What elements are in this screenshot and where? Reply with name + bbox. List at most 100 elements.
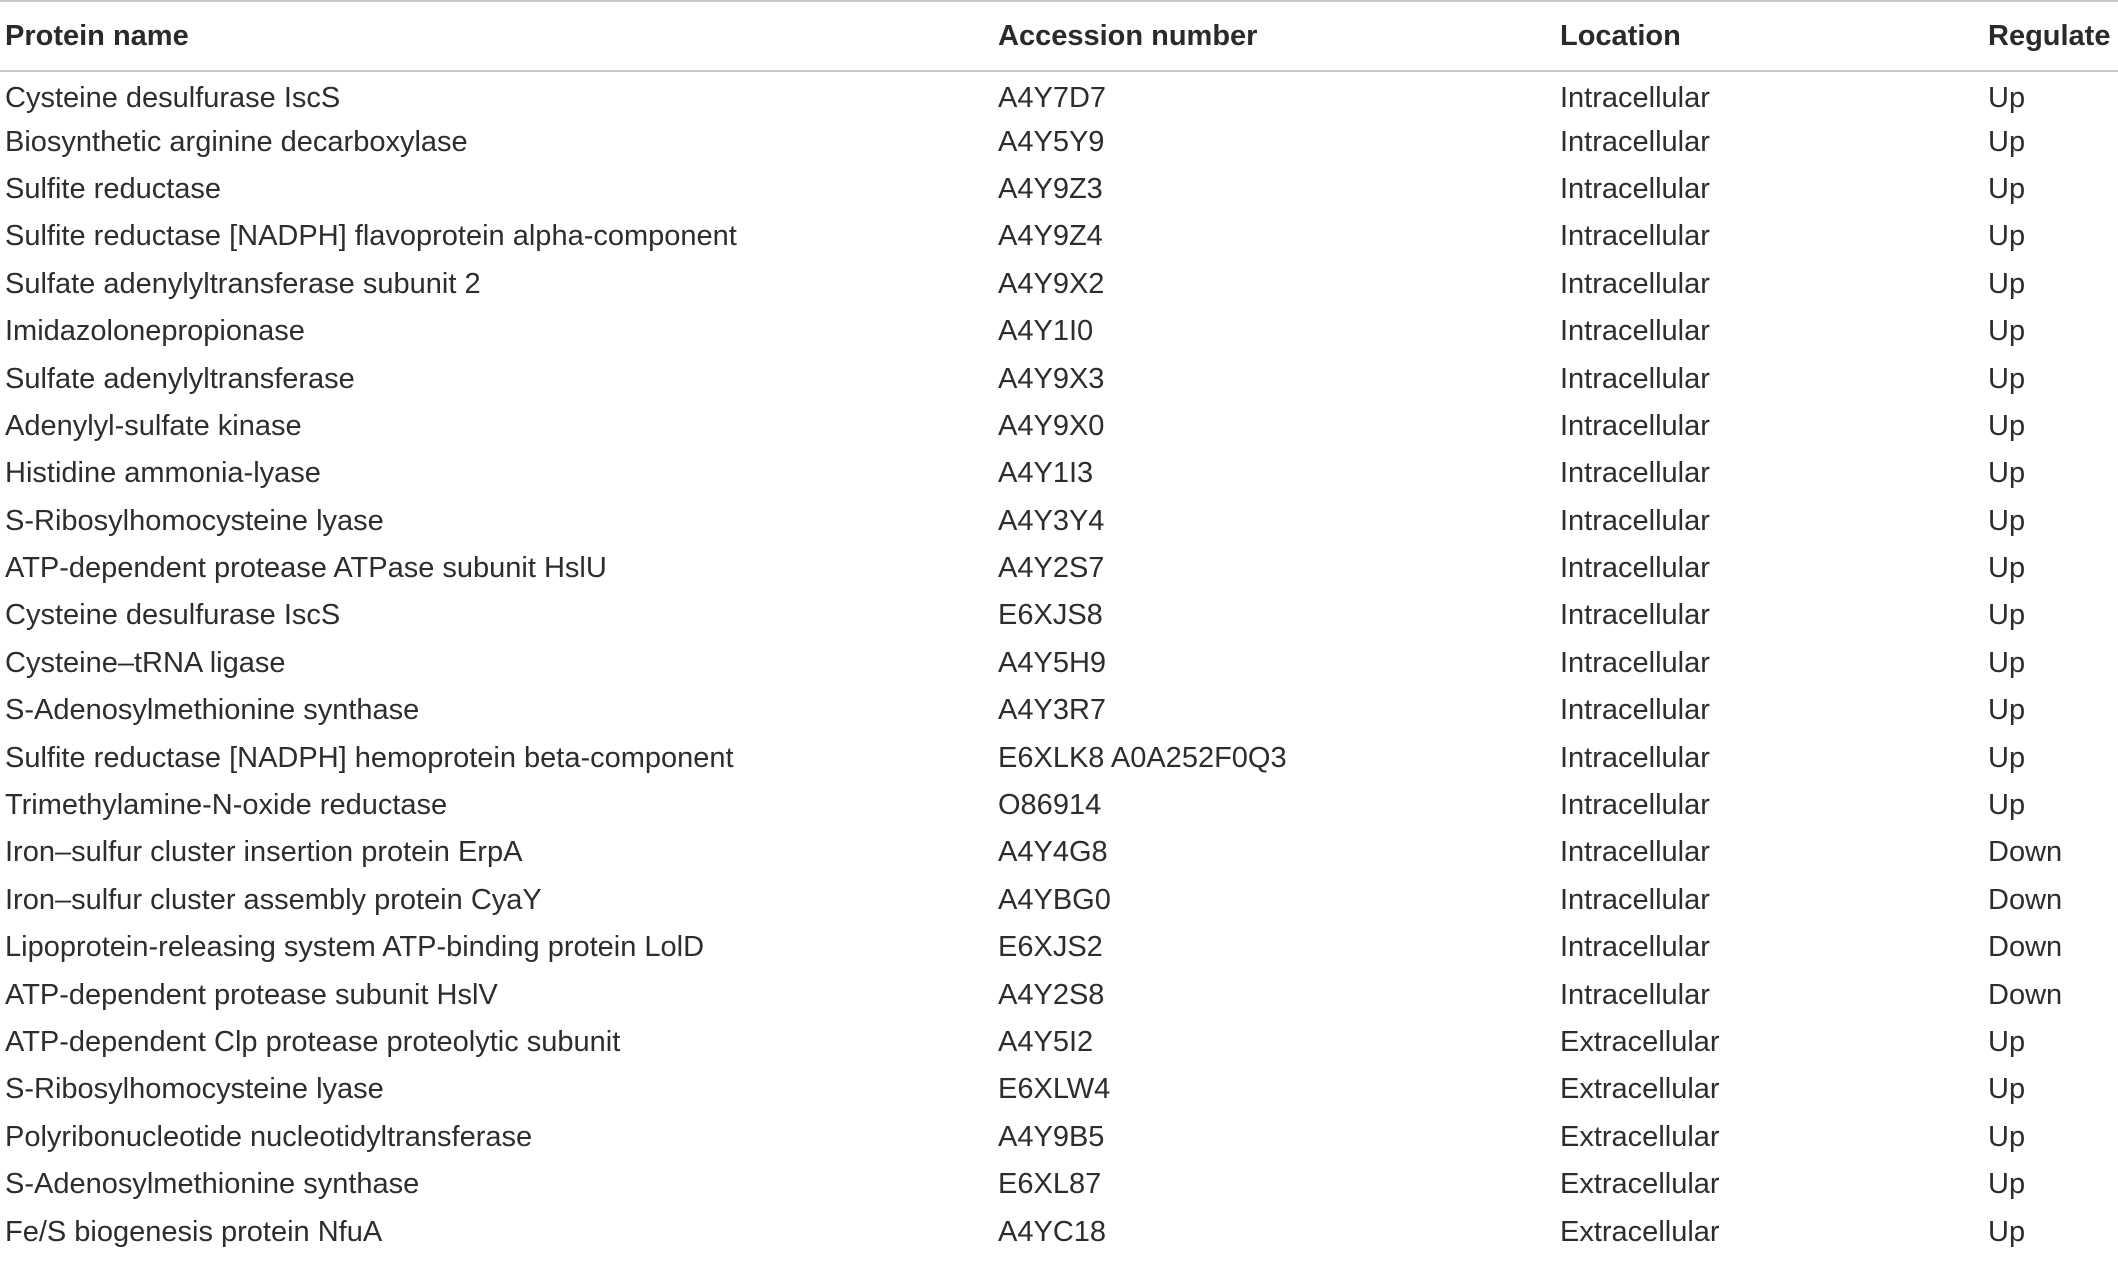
location-cell: Intracellular xyxy=(1560,646,1710,679)
protein-name-cell: Cysteine–tRNA ligase xyxy=(5,646,286,679)
protein-name-cell: S-Adenosylmethionine synthase xyxy=(5,1168,420,1201)
accession-number-cell: A4Y2S7 xyxy=(998,552,1105,585)
protein-name-cell: S-Adenosylmethionine synthase xyxy=(5,694,420,727)
table-row: Sulfite reductase [NADPH] hemoprotein be… xyxy=(0,734,2118,781)
regulate-cell: Up xyxy=(1988,172,2026,205)
accession-number-cell: A4Y1I0 xyxy=(998,315,1094,348)
table-row: Adenylyl-sulfate kinase A4Y9X0 Intracellul… xyxy=(0,403,2118,450)
table-row: Fe/S biogenesis protein NfuA A4YC18 Extrac… xyxy=(0,1208,2118,1255)
regulate-cell: Up xyxy=(1988,457,2026,490)
location-cell: Extracellular xyxy=(1560,1168,1720,1201)
regulate-cell: Up xyxy=(1988,1120,2026,1153)
table-row: ATP-dependent Clp protease proteolytic s… xyxy=(0,1019,2118,1066)
table-row: S-Ribosylhomocysteine lyase E6XLW4 Extrace… xyxy=(0,1066,2118,1113)
header-row: Protein name Accession number Location R… xyxy=(0,0,2118,72)
accession-number-cell: A4Y9X3 xyxy=(998,362,1105,395)
accession-number-cell: E6XL87 xyxy=(998,1168,1102,1201)
regulate-cell: Up xyxy=(1988,789,2026,822)
header-location: Location xyxy=(1555,0,1983,72)
table-row: Cysteine desulfurase IscS E6XJS8 Intracell… xyxy=(0,592,2118,639)
accession-number-cell: E6XLW4 xyxy=(998,1073,1111,1106)
table-row: Biosynthetic arginine decarboxylase A4Y5Y… xyxy=(0,118,2118,165)
regulate-cell: Up xyxy=(1988,599,2026,632)
location-cell: Intracellular xyxy=(1560,315,1710,348)
accession-number-cell: A4Y9X0 xyxy=(998,409,1105,442)
table-row: Iron–sulfur cluster assembly protein Cya… xyxy=(0,877,2118,924)
header-accession-number: Accession number xyxy=(993,0,1555,72)
accession-number-cell: A4Y5H9 xyxy=(998,646,1107,679)
accession-number-cell: O86914 xyxy=(998,789,1102,822)
protein-name-cell: Histidine ammonia-lyase xyxy=(5,457,321,490)
location-cell: Intracellular xyxy=(1560,362,1710,395)
protein-table: Protein name Accession number Location R… xyxy=(0,0,2118,1256)
regulate-cell: Down xyxy=(1988,931,2063,964)
accession-number-cell: A4Y9Z4 xyxy=(998,220,1103,253)
location-cell: Intracellular xyxy=(1560,552,1710,585)
location-cell: Intracellular xyxy=(1560,220,1710,253)
regulate-cell: Up xyxy=(1988,1168,2026,1201)
table-row: S-Ribosylhomocysteine lyase A4Y3Y4 Intrace… xyxy=(0,498,2118,545)
protein-name-cell: ATP-dependent protease ATPase subunit Hs… xyxy=(5,552,607,585)
location-cell: Intracellular xyxy=(1560,504,1710,537)
location-cell: Intracellular xyxy=(1560,931,1710,964)
accession-number-cell: A4YBG0 xyxy=(998,883,1111,916)
location-cell: Intracellular xyxy=(1560,599,1710,632)
protein-name-cell: Sulfite reductase [NADPH] flavoprotein a… xyxy=(5,220,737,253)
protein-name-cell: Sulfite reductase [NADPH] hemoprotein be… xyxy=(5,741,734,774)
table-row: Histidine ammonia-lyase A4Y1I3 Intracellul… xyxy=(0,450,2118,497)
protein-name-cell: ATP-dependent protease subunit HslV xyxy=(5,978,498,1011)
regulate-cell: Up xyxy=(1988,220,2026,253)
protein-name-cell: S-Ribosylhomocysteine lyase xyxy=(5,1073,384,1106)
table-row: Trimethylamine-N-oxide reductase O86914 In… xyxy=(0,782,2118,829)
regulate-cell: Up xyxy=(1988,409,2026,442)
protein-name-cell: Cysteine desulfurase IscS xyxy=(5,81,341,114)
accession-number-cell: A4Y5I2 xyxy=(998,1026,1094,1058)
accession-number-cell: A4Y4G8 xyxy=(998,836,1108,869)
protein-name-cell: Cysteine desulfurase IscS xyxy=(5,599,341,632)
location-cell: Intracellular xyxy=(1560,457,1710,490)
table-row: S-Adenosylmethionine synthase A4Y3R7 Intra… xyxy=(0,687,2118,734)
table-row: S-Adenosylmethionine synthase E6XL87 Extra… xyxy=(0,1161,2118,1208)
header-protein-name: Protein name xyxy=(0,0,993,72)
table-row: ATP-dependent protease subunit HslV A4Y2S… xyxy=(0,971,2118,1018)
regulate-cell: Up xyxy=(1988,267,2026,300)
accession-number-cell: E6XJS8 xyxy=(998,599,1103,632)
table-row: Cysteine–tRNA ligase A4Y5H9 Intracellular U… xyxy=(0,640,2118,687)
location-cell: Intracellular xyxy=(1560,836,1710,869)
accession-number-cell: A4Y7D7 xyxy=(998,81,1107,114)
protein-name-cell: Trimethylamine-N-oxide reductase xyxy=(5,789,448,822)
regulate-cell: Up xyxy=(1988,315,2026,348)
accession-number-cell: A4Y5Y9 xyxy=(998,125,1105,158)
location-cell: Intracellular xyxy=(1560,125,1710,158)
protein-name-cell: Iron–sulfur cluster insertion protein Er… xyxy=(5,836,523,869)
table-row: Iron–sulfur cluster insertion protein Er… xyxy=(0,829,2118,876)
location-cell: Intracellular xyxy=(1560,409,1710,442)
table-row: Imidazolonepropionase A4Y1I0 Intracellular… xyxy=(0,308,2118,355)
regulate-cell: Up xyxy=(1988,1073,2026,1106)
accession-number-cell: A4Y1I3 xyxy=(998,457,1094,490)
protein-name-cell: Adenylyl-sulfate kinase xyxy=(5,409,302,442)
regulate-cell: Up xyxy=(1988,552,2026,585)
regulate-cell: Up xyxy=(1988,1215,2026,1248)
regulate-cell: Up xyxy=(1988,694,2026,727)
table-header: Protein name Accession number Location R… xyxy=(0,0,2118,72)
table-row: Polyribonucleotide nucleotidyltransferas… xyxy=(0,1114,2118,1161)
location-cell: Intracellular xyxy=(1560,789,1710,822)
protein-name-cell: Polyribonucleotide nucleotidyltransferas… xyxy=(5,1120,533,1153)
protein-table-container: Protein name Accession number Location R… xyxy=(0,0,2118,1256)
location-cell: Intracellular xyxy=(1560,883,1710,916)
protein-name-cell: Sulfate adenylyltransferase xyxy=(5,362,355,395)
regulate-cell: Up xyxy=(1988,646,2026,679)
protein-name-cell: Sulfite reductase xyxy=(5,172,222,205)
regulate-cell: Down xyxy=(1988,836,2063,869)
accession-number-cell: E6XJS2 xyxy=(998,931,1103,964)
regulate-cell: Up xyxy=(1988,504,2026,537)
regulate-cell: Up xyxy=(1988,1026,2026,1058)
protein-name-cell: Fe/S biogenesis protein NfuA xyxy=(5,1215,383,1248)
accession-number-cell: A4YC18 xyxy=(998,1215,1107,1248)
protein-name-cell: Biosynthetic arginine decarboxylase xyxy=(5,125,468,158)
accession-number-cell: A4Y9X2 xyxy=(998,267,1105,300)
accession-number-cell: A4Y2S8 xyxy=(998,978,1105,1011)
location-cell: Extracellular xyxy=(1560,1215,1720,1248)
location-cell: Intracellular xyxy=(1560,694,1710,727)
